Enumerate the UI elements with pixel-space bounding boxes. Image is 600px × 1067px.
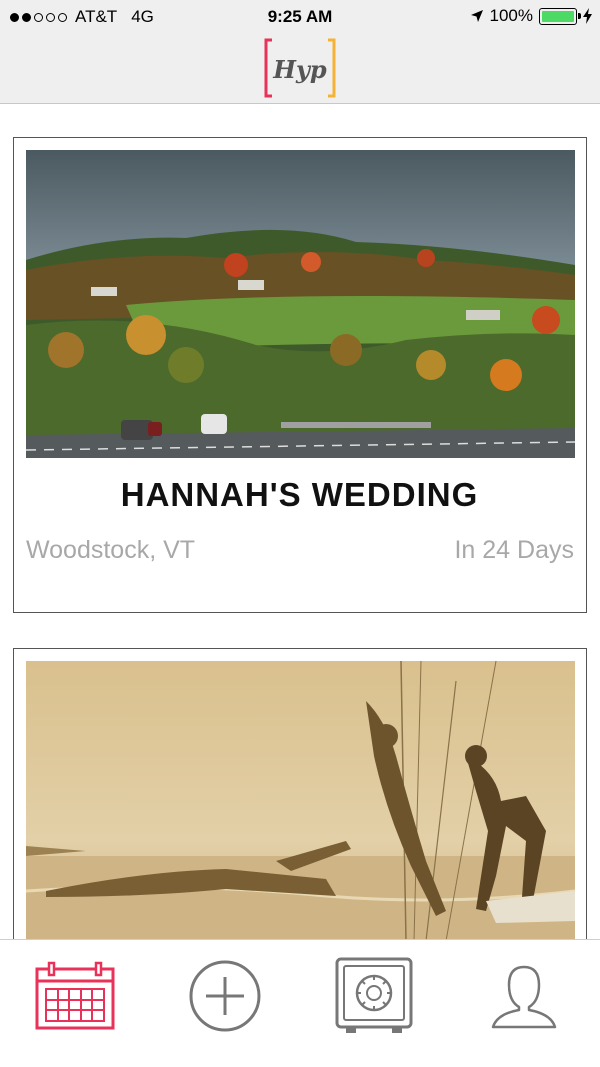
- safe-icon: [335, 957, 413, 1033]
- tab-bar: [0, 939, 600, 1067]
- event-photo: [26, 661, 575, 939]
- event-location: Woodstock, VT: [26, 536, 196, 564]
- battery-icon: [539, 7, 581, 25]
- hyp-logo: Hyp: [264, 38, 336, 98]
- status-right: 100%: [470, 6, 592, 26]
- plus-circle-icon: [189, 960, 261, 1032]
- tab-calendar[interactable]: [32, 956, 118, 1036]
- event-title: HANNAH'S WEDDING: [120, 476, 479, 513]
- app-header: Hyp: [0, 34, 600, 104]
- calendar-icon: [35, 961, 115, 1030]
- person-icon: [491, 965, 557, 1029]
- tab-profile[interactable]: [481, 956, 567, 1036]
- charging-bolt-icon: [583, 8, 592, 24]
- tab-add-event[interactable]: [182, 956, 268, 1036]
- logo-text: Hyp: [272, 55, 327, 84]
- location-arrow-icon: [470, 10, 483, 22]
- battery-percent: 100%: [489, 6, 533, 25]
- status-bar: AT&T 4G 9:25 AM 100%: [0, 0, 600, 34]
- event-countdown: In 24 Days: [454, 536, 574, 564]
- tab-vault[interactable]: [331, 956, 417, 1036]
- event-photo: [26, 150, 575, 458]
- event-card[interactable]: HANNAH'S WEDDING Woodstock, VT In 24 Day…: [13, 137, 587, 613]
- event-feed[interactable]: HANNAH'S WEDDING Woodstock, VT In 24 Day…: [0, 105, 600, 939]
- event-card[interactable]: [13, 648, 587, 939]
